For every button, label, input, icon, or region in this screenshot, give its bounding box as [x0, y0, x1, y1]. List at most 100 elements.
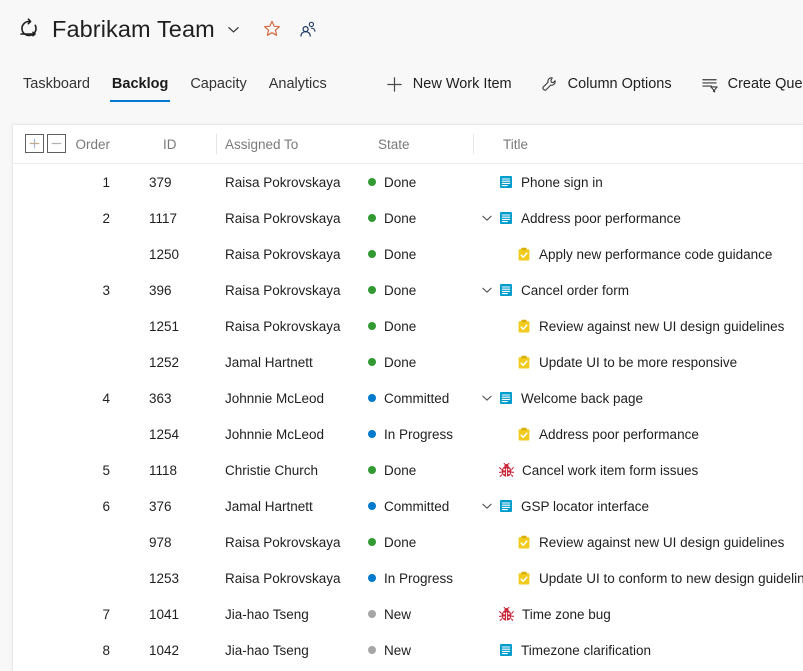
cell-order [13, 308, 129, 344]
cell-title[interactable]: Cancel work item form issues [499, 452, 698, 488]
cell-id[interactable]: 363 [149, 380, 207, 416]
cell-id[interactable]: 1042 [149, 632, 207, 668]
cell-title[interactable]: Address poor performance [517, 416, 699, 452]
cell-id[interactable]: 1254 [149, 416, 207, 452]
title-link[interactable]: Apply new performance code guidance [539, 247, 772, 262]
cell-title[interactable]: Apply new performance code guidance [517, 236, 772, 272]
title-link[interactable]: Address poor performance [539, 427, 699, 442]
new-work-item-button[interactable]: New Work Item [371, 58, 526, 110]
column-options-button[interactable]: Column Options [526, 58, 686, 110]
state-label: Done [384, 282, 417, 298]
cell-id[interactable]: 1250 [149, 236, 207, 272]
column-divider-2[interactable] [473, 134, 474, 154]
table-row[interactable]: 7 1041 Jia-hao Tseng New Time zone bug [13, 596, 803, 632]
cell-title[interactable]: Cancel order form [499, 272, 629, 308]
cell-title[interactable]: Review against new UI design guidelines [517, 524, 784, 560]
task-icon [517, 355, 531, 370]
cell-id[interactable]: 379 [149, 164, 207, 200]
cell-state: Done [368, 164, 416, 200]
cell-title[interactable]: GSP locator interface [499, 488, 649, 524]
title-link[interactable]: Address poor performance [521, 211, 681, 226]
cell-order: 1 [102, 174, 110, 190]
table-row[interactable]: 4 363 Johnnie McLeod Committed Welcome back … [13, 380, 803, 416]
table-row[interactable]: 1251 Raisa Pokrovskaya Done Review against … [13, 308, 803, 344]
column-header-order[interactable]: Order [13, 125, 129, 163]
row-expand-chevron[interactable] [475, 272, 499, 308]
cell-state: Done [368, 452, 416, 488]
cell-assigned-to: Raisa Pokrovskaya [225, 318, 341, 334]
cell-title[interactable]: Time zone bug [499, 596, 611, 632]
column-header-id[interactable]: ID [163, 125, 177, 163]
cell-id[interactable]: 1118 [149, 452, 207, 488]
table-row[interactable]: 1250 Raisa Pokrovskaya Done Apply new perfo… [13, 236, 803, 272]
table-row[interactable]: 3 396 Raisa Pokrovskaya Done Cancel order fo… [13, 272, 803, 308]
table-row[interactable]: 978 Raisa Pokrovskaya Done Review against n… [13, 524, 803, 560]
column-header-title[interactable]: Title [503, 125, 528, 163]
cell-id[interactable]: 396 [149, 272, 207, 308]
star-icon[interactable] [261, 18, 283, 40]
table-row[interactable]: 5 1118 Christie Church Done Cancel work item… [13, 452, 803, 488]
cell-id[interactable]: 1041 [149, 596, 207, 632]
tab-analytics[interactable]: Analytics [258, 58, 338, 110]
cell-id[interactable]: 978 [149, 524, 207, 560]
cell-assigned-to: Johnnie McLeod [225, 426, 325, 442]
tab-taskboard[interactable]: Taskboard [12, 58, 101, 110]
cell-title[interactable]: Address poor performance [499, 200, 681, 236]
title-link[interactable]: Cancel order form [521, 283, 629, 298]
people-icon[interactable] [297, 18, 319, 40]
chevron-down-icon[interactable] [226, 22, 241, 37]
cell-title[interactable]: Review against new UI design guidelines [517, 308, 784, 344]
state-dot [368, 250, 376, 258]
cell-state: Done [368, 236, 416, 272]
toolbar: Taskboard Backlog Capacity Analytics New… [0, 58, 803, 110]
cell-id[interactable]: 376 [149, 488, 207, 524]
tab-capacity[interactable]: Capacity [179, 58, 257, 110]
create-query-button[interactable]: Create Query [686, 58, 803, 110]
title-link[interactable]: Cancel work item form issues [522, 463, 698, 478]
title-link[interactable]: Review against new UI design guidelines [539, 319, 784, 334]
table-row[interactable]: 1 379 Raisa Pokrovskaya Done Phone sign in [13, 164, 803, 200]
row-expand-chevron[interactable] [475, 488, 499, 524]
task-icon [517, 535, 531, 550]
title-link[interactable]: GSP locator interface [521, 499, 649, 514]
title-link[interactable]: Review against new UI design guidelines [539, 535, 784, 550]
table-row[interactable]: 1252 Jamal Hartnett Done Update UI to be mo… [13, 344, 803, 380]
cell-order: 5 [102, 462, 110, 478]
cell-state: Done [368, 308, 416, 344]
state-dot [368, 610, 376, 618]
table-row[interactable]: 8 1042 Jia-hao Tseng New Timezone clarificat… [13, 632, 803, 668]
column-header-assigned-to[interactable]: Assigned To [225, 125, 298, 163]
table-row[interactable]: 6 376 Jamal Hartnett Committed GSP locator i… [13, 488, 803, 524]
state-dot [368, 430, 376, 438]
column-header-state[interactable]: State [378, 125, 410, 163]
row-expand-chevron[interactable] [475, 380, 499, 416]
cell-title[interactable]: Update UI to be more responsive [517, 344, 737, 380]
title-link[interactable]: Welcome back page [521, 391, 643, 406]
cell-id[interactable]: 1252 [149, 344, 207, 380]
plus-icon [385, 75, 404, 94]
cell-order [13, 344, 129, 380]
table-row[interactable]: 1254 Johnnie McLeod In Progress Address poo… [13, 416, 803, 452]
cell-title[interactable]: Welcome back page [499, 380, 643, 416]
title-link[interactable]: Time zone bug [522, 607, 611, 622]
cell-title[interactable]: Update UI to conform to new design guide… [517, 560, 803, 596]
table-row[interactable]: 1253 Raisa Pokrovskaya In Progress Update U… [13, 560, 803, 596]
title-link[interactable]: Timezone clarification [521, 643, 651, 658]
tab-backlog[interactable]: Backlog [101, 58, 179, 110]
cell-id[interactable]: 1251 [149, 308, 207, 344]
cell-assigned-to: Jamal Hartnett [225, 498, 313, 514]
cell-id[interactable]: 1253 [149, 560, 207, 596]
title-link[interactable]: Update UI to conform to new design guide… [539, 571, 803, 586]
cell-title[interactable]: Timezone clarification [499, 632, 651, 668]
title-link[interactable]: Phone sign in [521, 175, 603, 190]
backlog-item-icon [499, 283, 513, 297]
cell-id[interactable]: 1117 [149, 200, 207, 236]
cell-order: 8 [102, 642, 110, 658]
title-link[interactable]: Update UI to be more responsive [539, 355, 737, 370]
task-icon [517, 247, 531, 262]
cell-assigned-to: Raisa Pokrovskaya [225, 534, 341, 550]
row-expand-chevron[interactable] [475, 200, 499, 236]
cell-title[interactable]: Phone sign in [499, 164, 603, 200]
column-divider-1[interactable] [216, 134, 217, 154]
table-row[interactable]: 2 1117 Raisa Pokrovskaya Done Address poor p… [13, 200, 803, 236]
